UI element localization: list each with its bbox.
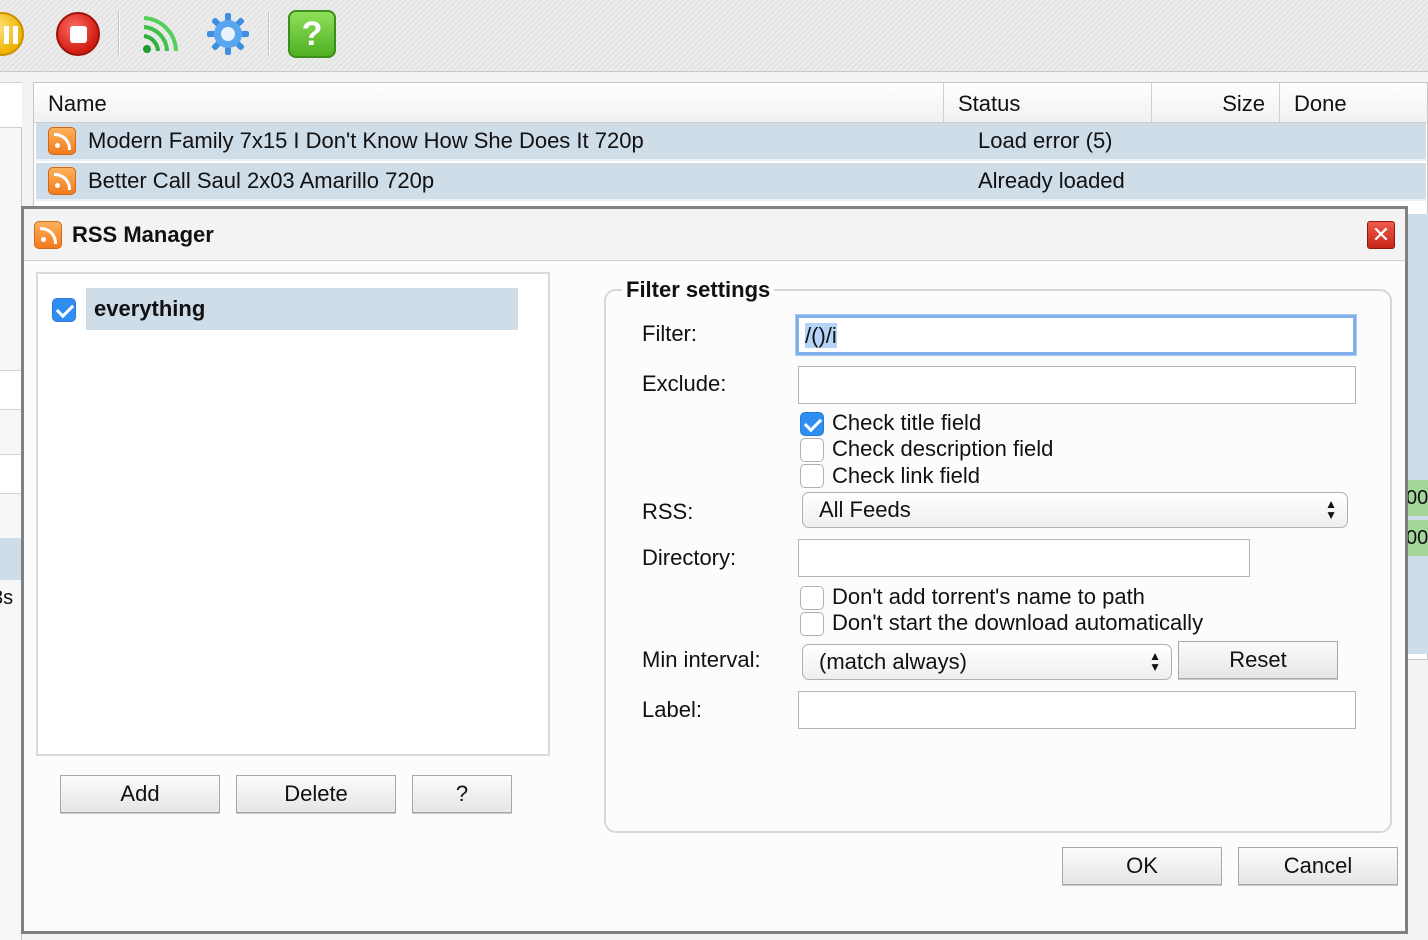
help-button[interactable]: ? xyxy=(412,775,512,813)
filter-label: Filter: xyxy=(642,321,697,346)
column-header-size[interactable]: Size xyxy=(1152,83,1280,123)
left-panel: 3s xyxy=(0,82,22,940)
exclude-input[interactable] xyxy=(798,366,1356,404)
select-arrows-icon: ▲ ▼ xyxy=(1149,649,1161,674)
rss-feeds-icon xyxy=(143,16,178,53)
table-header: Name Status Size Done xyxy=(34,83,1427,123)
toolbar: ? xyxy=(0,0,1428,72)
label-input[interactable] xyxy=(798,691,1356,729)
check-description-checkbox[interactable] xyxy=(800,438,824,462)
close-icon: ✕ xyxy=(1371,222,1391,247)
no-name-path-label: Don't add torrent's name to path xyxy=(832,584,1145,609)
exclude-label: Exclude: xyxy=(642,371,727,396)
toolbar-separator xyxy=(268,12,270,56)
table-row[interactable]: Modern Family 7x15 I Don't Know How She … xyxy=(36,123,1426,161)
filter-settings-legend: Filter settings xyxy=(622,277,775,303)
torrent-status: Already loaded xyxy=(978,168,1125,193)
ok-button[interactable]: OK xyxy=(1062,847,1222,885)
left-panel-text: 3s xyxy=(0,587,14,609)
select-arrows-icon: ▲ ▼ xyxy=(1325,497,1337,522)
check-link-label: Check link field xyxy=(832,463,980,488)
torrent-name: Modern Family 7x15 I Don't Know How She … xyxy=(88,128,644,153)
check-link-checkbox[interactable] xyxy=(800,464,824,488)
cancel-button[interactable]: Cancel xyxy=(1238,847,1398,885)
column-header-done[interactable]: Done xyxy=(1280,83,1428,123)
min-interval-select-value: (match always) xyxy=(819,649,967,674)
min-interval-select[interactable]: (match always) ▲ ▼ xyxy=(802,644,1172,680)
check-description-label: Check description field xyxy=(832,436,1054,461)
torrent-name: Better Call Saul 2x03 Amarillo 720p xyxy=(88,168,435,193)
filter-list[interactable]: everything xyxy=(36,272,550,756)
column-header-status[interactable]: Status xyxy=(944,83,1152,123)
help-icon: ? xyxy=(288,10,336,58)
pause-button[interactable] xyxy=(0,10,26,58)
rss-icon xyxy=(34,221,62,249)
help-button[interactable]: ? xyxy=(288,10,336,58)
close-button[interactable]: ✕ xyxy=(1367,221,1395,249)
check-title-checkbox[interactable] xyxy=(800,412,824,436)
list-item[interactable]: everything xyxy=(86,288,518,330)
stop-icon xyxy=(56,12,100,56)
table-row[interactable]: Better Call Saul 2x03 Amarillo 720p Alre… xyxy=(36,163,1426,201)
filter-input[interactable]: /()/i xyxy=(796,315,1356,355)
stop-button[interactable] xyxy=(54,10,102,58)
filter-enabled-checkbox[interactable] xyxy=(52,298,76,322)
filter-input-value: /()/i xyxy=(805,323,837,348)
add-button[interactable]: Add xyxy=(60,775,220,813)
reset-button[interactable]: Reset xyxy=(1178,641,1338,679)
done-cell: 00 xyxy=(1406,480,1428,516)
rss-feeds-button[interactable] xyxy=(136,10,184,58)
column-header-name[interactable]: Name xyxy=(34,83,944,123)
rss-feed-select[interactable]: All Feeds ▲ ▼ xyxy=(802,492,1348,528)
rss-feed-select-value: All Feeds xyxy=(819,497,911,522)
no-name-path-checkbox[interactable] xyxy=(800,586,824,610)
rss-label: RSS: xyxy=(642,499,694,524)
rss-icon xyxy=(48,167,76,195)
check-title-label: Check title field xyxy=(832,410,982,435)
dialog-title: RSS Manager xyxy=(72,222,214,247)
rss-icon xyxy=(48,127,76,155)
toolbar-separator xyxy=(118,12,120,56)
delete-button[interactable]: Delete xyxy=(236,775,396,813)
directory-label: Directory: xyxy=(642,545,737,570)
settings-button[interactable] xyxy=(204,10,252,58)
done-cell: 00 xyxy=(1406,520,1428,556)
dialog-title-bar[interactable]: RSS Manager ✕ xyxy=(24,209,1405,261)
no-autostart-label: Don't start the download automatically xyxy=(832,610,1204,635)
filter-name: everything xyxy=(94,296,206,321)
torrent-status: Load error (5) xyxy=(978,128,1113,153)
rss-manager-dialog: RSS Manager ✕ everything Add Delete ? Fi… xyxy=(21,206,1408,934)
settings-gear-icon xyxy=(207,13,249,55)
directory-input[interactable] xyxy=(798,539,1250,577)
min-interval-label: Min interval: xyxy=(642,647,761,672)
pause-icon xyxy=(0,12,24,56)
no-autostart-checkbox[interactable] xyxy=(800,612,824,636)
label-label: Label: xyxy=(642,697,702,722)
